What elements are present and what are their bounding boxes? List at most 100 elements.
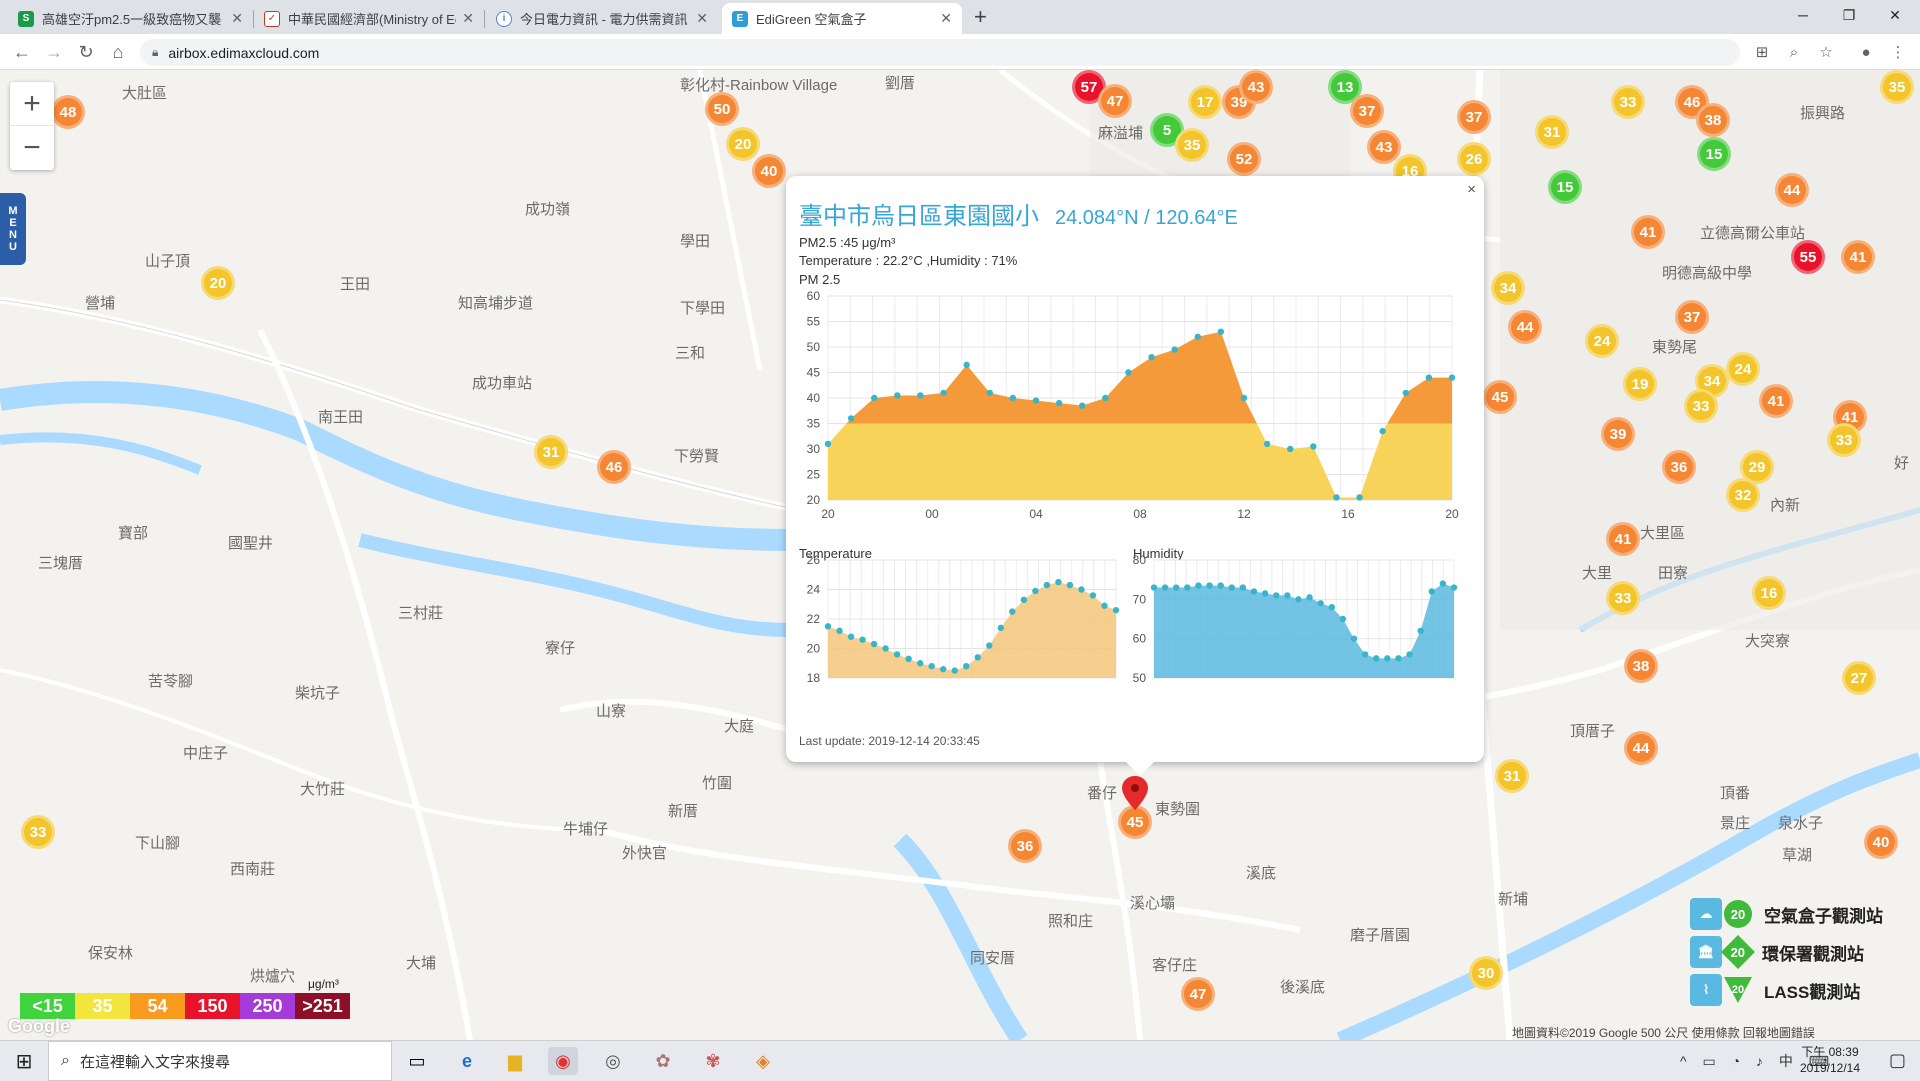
notification-icon[interactable]: ▢ [1889, 1050, 1906, 1071]
app-icon-4[interactable]: ◈ [748, 1047, 778, 1075]
station-marker[interactable]: 45 [1118, 805, 1152, 839]
station-marker[interactable]: 55 [1791, 240, 1825, 274]
station-marker[interactable]: 33 [1684, 389, 1718, 423]
station-marker[interactable]: 17 [1188, 85, 1222, 119]
app-icon-3[interactable]: ✾ [698, 1047, 728, 1075]
task-view-icon[interactable]: ▭ [402, 1047, 432, 1075]
tab-close-icon[interactable]: ✕ [940, 10, 952, 27]
station-marker[interactable]: 30 [1469, 956, 1503, 990]
station-marker[interactable]: 46 [597, 450, 631, 484]
station-marker[interactable]: 33 [1606, 581, 1640, 615]
tab-close-icon[interactable]: ✕ [696, 10, 708, 27]
app-icon-2[interactable]: ✿ [648, 1047, 678, 1075]
station-marker[interactable]: 38 [1696, 103, 1730, 137]
more-menu-icon[interactable]: ⋮ [1888, 42, 1908, 62]
station-marker[interactable]: 31 [534, 435, 568, 469]
station-marker[interactable]: 40 [1864, 825, 1898, 859]
station-marker[interactable]: 47 [1098, 84, 1132, 118]
station-marker[interactable]: 33 [21, 815, 55, 849]
station-marker[interactable]: 41 [1631, 215, 1665, 249]
station-marker[interactable]: 41 [1841, 240, 1875, 274]
new-tab-button[interactable]: + [974, 4, 987, 30]
station-marker[interactable]: 44 [1775, 173, 1809, 207]
station-marker[interactable]: 36 [1008, 829, 1042, 863]
side-menu-button[interactable]: MENU [0, 193, 26, 265]
minimize-icon[interactable]: ─ [1780, 0, 1826, 30]
taskbar-clock[interactable]: 下午 08:39 2019/12/14 [1800, 1044, 1860, 1076]
station-marker[interactable]: 27 [1842, 661, 1876, 695]
data-point [1173, 584, 1180, 591]
x-tick-label: 00 [925, 507, 939, 521]
tab-close-icon[interactable]: ✕ [231, 10, 243, 27]
station-marker[interactable]: 33 [1827, 423, 1861, 457]
data-point [1194, 333, 1201, 340]
station-marker[interactable]: 20 [726, 127, 760, 161]
station-marker[interactable]: 16 [1752, 576, 1786, 610]
address-bar[interactable]: 🔒︎ airbox.edimaxcloud.com [140, 39, 1740, 66]
station-marker[interactable]: 20 [201, 266, 235, 300]
restore-icon[interactable]: ❐ [1826, 0, 1872, 30]
station-marker[interactable]: 24 [1585, 324, 1619, 358]
selected-station-pin-icon[interactable] [1122, 776, 1148, 810]
zoom-in-button[interactable]: + [10, 82, 54, 126]
file-explorer-icon[interactable]: ▆ [500, 1047, 530, 1075]
station-marker[interactable]: 37 [1457, 100, 1491, 134]
windows-start-icon[interactable]: ⊞ [0, 1041, 48, 1081]
forward-icon[interactable]: → [42, 40, 66, 64]
legend-bin: 150 [185, 993, 240, 1019]
translate-icon[interactable]: ⊞ [1752, 42, 1772, 62]
station-marker[interactable]: 31 [1535, 115, 1569, 149]
station-marker[interactable]: 33 [1611, 85, 1645, 119]
chrome-icon[interactable]: ◉ [548, 1047, 578, 1075]
reload-icon[interactable]: ↻ [74, 40, 98, 64]
station-marker[interactable]: 44 [1624, 731, 1658, 765]
station-marker[interactable]: 37 [1350, 94, 1384, 128]
station-marker[interactable]: 43 [1239, 70, 1273, 104]
app-icon-1[interactable]: ◎ [598, 1047, 628, 1075]
station-marker[interactable]: 35 [1175, 128, 1209, 162]
station-marker[interactable]: 15 [1548, 170, 1582, 204]
station-marker[interactable]: 38 [1624, 649, 1658, 683]
station-marker[interactable]: 24 [1726, 352, 1760, 386]
station-marker[interactable]: 44 [1508, 310, 1542, 344]
station-marker[interactable]: 52 [1227, 142, 1261, 176]
temperature-chart: 18 20 22 24 26 [807, 553, 1120, 685]
data-point [1450, 584, 1458, 591]
station-marker[interactable]: 19 [1623, 367, 1657, 401]
profile-icon[interactable]: ● [1856, 42, 1876, 62]
window-close-icon[interactable]: ✕ [1872, 0, 1918, 30]
station-marker[interactable]: 26 [1457, 142, 1491, 176]
station-marker[interactable]: 45 [1483, 380, 1517, 414]
station-marker[interactable]: 35 [1880, 70, 1914, 104]
station-marker[interactable]: 34 [1491, 271, 1525, 305]
station-marker[interactable]: 48 [51, 95, 85, 129]
tab-1[interactable]: ✓ 中華民國經濟部(Ministry of Eco ✕ [254, 3, 484, 34]
edge-icon[interactable]: e [452, 1047, 482, 1075]
tab-0[interactable]: S 高雄空汙pm2.5一級致癌物又襲 ✕ [8, 3, 253, 34]
taskbar-search-box[interactable]: ⌕ 在這裡輸入文字來搜尋 [48, 1041, 392, 1081]
station-marker[interactable]: 31 [1495, 759, 1529, 793]
back-icon[interactable]: ← [10, 40, 34, 64]
station-marker[interactable]: 36 [1662, 450, 1696, 484]
tab-3-active[interactable]: E EdiGreen 空氣盒子 ✕ [722, 3, 962, 34]
tab-close-icon[interactable]: ✕ [462, 10, 474, 27]
zoom-out-button[interactable]: − [10, 126, 54, 170]
popup-close-button[interactable]: × [1467, 181, 1476, 198]
data-point [997, 624, 1004, 632]
station-marker[interactable]: 47 [1181, 977, 1215, 1011]
station-marker[interactable]: 32 [1726, 478, 1760, 512]
station-marker[interactable]: 50 [705, 92, 739, 126]
place-label: 下學田 [680, 300, 726, 317]
station-marker[interactable]: 40 [752, 154, 786, 188]
clock-date: 2019/12/14 [1799, 1061, 1860, 1075]
home-icon[interactable]: ⌂ [106, 40, 130, 64]
station-marker[interactable]: 37 [1675, 300, 1709, 334]
station-marker[interactable]: 41 [1606, 522, 1640, 556]
tab-2[interactable]: i 今日電力資訊 - 電力供需資訊 - 乏 ✕ [486, 3, 718, 34]
bookmark-star-icon[interactable]: ☆ [1816, 42, 1836, 62]
station-marker[interactable]: 43 [1367, 130, 1401, 164]
zoom-icon[interactable]: ⌕ [1784, 42, 1804, 62]
station-marker[interactable]: 39 [1601, 417, 1635, 451]
station-marker[interactable]: 15 [1697, 137, 1731, 171]
station-marker[interactable]: 41 [1759, 384, 1793, 418]
